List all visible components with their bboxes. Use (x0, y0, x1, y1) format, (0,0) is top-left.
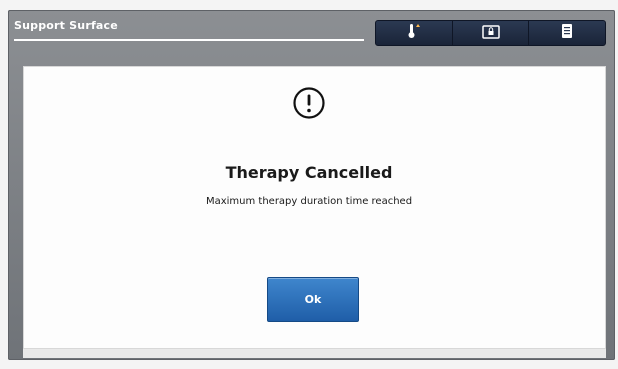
dialog-title: Therapy Cancelled (225, 163, 393, 182)
screen-lock-button[interactable] (452, 20, 529, 46)
title-underline (14, 39, 364, 41)
dialog-message: Maximum therapy duration time reached (205, 196, 413, 207)
thermometer-button[interactable] (375, 20, 453, 46)
device-screen: Support Surface Therapy Cancelled Maximu… (0, 0, 618, 369)
lock-screen-icon (481, 24, 500, 43)
dialog-footer-strip (23, 349, 606, 358)
document-button[interactable] (528, 20, 606, 46)
document-icon (561, 23, 573, 43)
exclamation-circle-icon (292, 86, 326, 120)
page-title: Support Surface (14, 19, 118, 32)
thermometer-icon (407, 23, 421, 43)
ok-button[interactable]: Ok (267, 277, 359, 322)
